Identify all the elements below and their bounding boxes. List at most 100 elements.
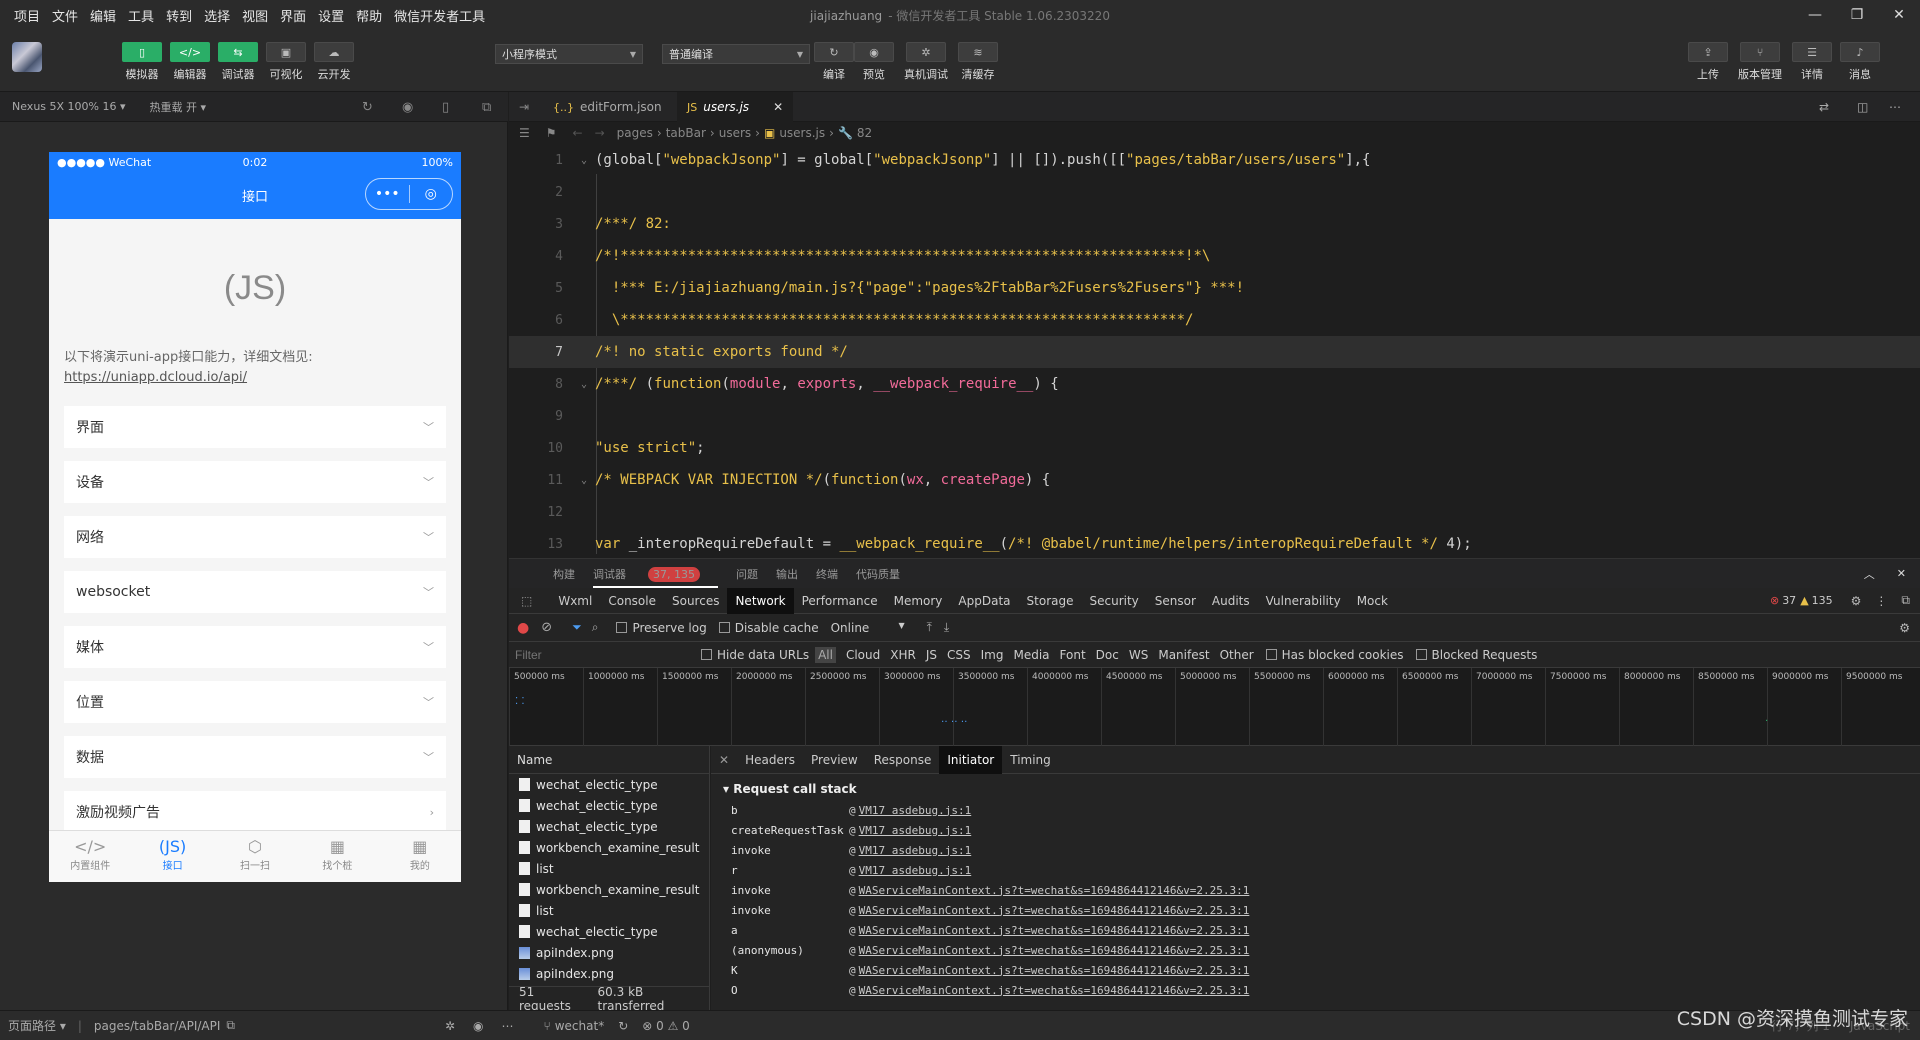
menu-devtool[interactable]: 微信开发者工具 bbox=[388, 6, 491, 25]
close-tab-icon[interactable]: ✕ bbox=[773, 100, 783, 114]
stack-source-link[interactable]: WAServiceMainContext.js?t=wechat&s=16948… bbox=[859, 984, 1250, 997]
panel-terminal[interactable]: 终端 bbox=[816, 566, 838, 582]
blocked-requests-checkbox[interactable]: Blocked Requests bbox=[1415, 648, 1537, 662]
git-branch[interactable]: wechat* bbox=[555, 1019, 604, 1033]
problems-count[interactable]: ⊗ 0 ⚠ 0 bbox=[642, 1019, 690, 1033]
request-row[interactable]: list bbox=[509, 900, 709, 921]
panel-output[interactable]: 输出 bbox=[776, 566, 798, 582]
code-editor[interactable]: 1 ⌄ (global["webpackJsonp"] = global["webp… bbox=[509, 144, 1920, 554]
bookmark-icon[interactable]: ⚑ bbox=[546, 126, 557, 140]
close-icon[interactable]: ✕ bbox=[1897, 567, 1906, 580]
tab-initiator[interactable]: Initiator bbox=[939, 745, 1003, 774]
request-row[interactable]: workbench_examine_result bbox=[509, 879, 709, 900]
mode-select[interactable]: 小程序模式 ▼ bbox=[495, 44, 643, 64]
avatar[interactable] bbox=[12, 42, 42, 72]
stack-source-link[interactable]: WAServiceMainContext.js?t=wechat&s=16948… bbox=[859, 924, 1250, 937]
editor-button[interactable]: </> 编辑器 bbox=[168, 42, 212, 82]
more-icon[interactable]: ••• bbox=[366, 186, 409, 202]
request-row[interactable]: wechat_electic_type bbox=[509, 921, 709, 942]
tab-security[interactable]: Security bbox=[1081, 588, 1146, 614]
breadcrumb-item[interactable]: users.js bbox=[779, 126, 825, 140]
tab-api[interactable]: (JS) 接口 bbox=[131, 831, 213, 882]
device-select[interactable]: Nexus 5X 100% 16 ▾ bbox=[12, 100, 126, 113]
filter-input[interactable] bbox=[515, 644, 685, 665]
tab-audits[interactable]: Audits bbox=[1204, 588, 1258, 614]
network-timeline[interactable]: 500000 ms 1000000 ms 1500000 ms 2000000 … bbox=[509, 668, 1920, 746]
menu-help[interactable]: 帮助 bbox=[350, 6, 388, 25]
menu-edit[interactable]: 编辑 bbox=[84, 6, 122, 25]
tab-sensor[interactable]: Sensor bbox=[1147, 588, 1204, 614]
clear-cache-button[interactable]: ≋ 清缓存 bbox=[956, 42, 1000, 82]
debugger-button[interactable]: ⇆ 调试器 bbox=[216, 42, 260, 82]
panel-debugger[interactable]: 调试器 37, 135 bbox=[593, 566, 718, 588]
import-icon[interactable]: ⤒ bbox=[927, 620, 932, 635]
type-cloud[interactable]: Cloud bbox=[846, 648, 880, 662]
forward-icon[interactable]: → bbox=[595, 126, 605, 140]
breadcrumb-item[interactable]: users bbox=[719, 126, 751, 140]
record-icon[interactable]: ● bbox=[517, 620, 529, 636]
tab-preview[interactable]: Preview bbox=[803, 746, 866, 774]
more-icon[interactable]: ⋯ bbox=[502, 1019, 514, 1033]
menu-project[interactable]: 项目 bbox=[8, 6, 46, 25]
list-item[interactable]: 网络 ﹀ bbox=[64, 516, 446, 558]
version-button[interactable]: ⑂ 版本管理 bbox=[1738, 42, 1782, 82]
docs-link[interactable]: https://uniapp.dcloud.io/api/ bbox=[64, 368, 446, 388]
minimize-icon[interactable]: — bbox=[1794, 0, 1836, 30]
tab-find-pile[interactable]: ▦ 找个桩 bbox=[296, 831, 378, 882]
type-all[interactable]: All bbox=[815, 646, 836, 663]
list-item[interactable]: 位置 ﹀ bbox=[64, 681, 446, 723]
close-icon[interactable]: ✕ bbox=[1878, 0, 1920, 30]
breadcrumb-item[interactable]: tabBar bbox=[666, 126, 706, 140]
list-item[interactable]: 数据 ﹀ bbox=[64, 736, 446, 778]
type-img[interactable]: Img bbox=[981, 648, 1004, 662]
tab-mine[interactable]: ▦ 我的 bbox=[379, 831, 461, 882]
warning-count[interactable]: 135 bbox=[1812, 594, 1833, 607]
request-row[interactable]: wechat_electic_type bbox=[509, 774, 709, 795]
hide-data-urls-checkbox[interactable]: Hide data URLs bbox=[701, 648, 809, 662]
tab-memory[interactable]: Memory bbox=[886, 588, 951, 614]
stack-source-link[interactable]: WAServiceMainContext.js?t=wechat&s=16948… bbox=[859, 904, 1250, 917]
filter-icon[interactable]: ⏷ bbox=[572, 620, 582, 635]
bug-icon[interactable]: ✲ bbox=[445, 1019, 455, 1033]
compile-select[interactable]: 普通编译 ▼ bbox=[662, 44, 810, 64]
name-column-header[interactable]: Name bbox=[509, 746, 709, 774]
tab-users-js[interactable]: JS users.js ✕ bbox=[677, 92, 794, 122]
device-icon[interactable]: ▯ bbox=[442, 100, 449, 115]
type-xhr[interactable]: XHR bbox=[890, 648, 916, 662]
preview-button[interactable]: ◉ 预览 bbox=[852, 42, 896, 82]
type-media[interactable]: Media bbox=[1013, 648, 1049, 662]
type-doc[interactable]: Doc bbox=[1096, 648, 1119, 662]
request-row[interactable]: wechat_electic_type bbox=[509, 795, 709, 816]
chevron-up-icon[interactable]: ︿ bbox=[1864, 566, 1875, 582]
tab-timing[interactable]: Timing bbox=[1002, 746, 1059, 774]
export-icon[interactable]: ⤓ bbox=[944, 620, 949, 635]
menu-tools[interactable]: 工具 bbox=[122, 6, 160, 25]
panel-quality[interactable]: 代码质量 bbox=[856, 566, 900, 582]
popout-icon[interactable]: ⧉ bbox=[482, 100, 491, 115]
list-item[interactable]: 设备 ﹀ bbox=[64, 461, 446, 503]
search-icon[interactable]: ⌕ bbox=[592, 620, 599, 635]
tab-mock[interactable]: Mock bbox=[1349, 588, 1396, 614]
hot-reload-toggle[interactable]: 热重载 开 ▾ bbox=[150, 99, 207, 115]
close-icon[interactable]: ✕ bbox=[711, 746, 737, 774]
stack-source-link[interactable]: VM17 asdebug.js:1 bbox=[859, 824, 972, 837]
request-row[interactable]: wechat_electic_type bbox=[509, 816, 709, 837]
tab-network[interactable]: Network bbox=[727, 587, 794, 614]
menu-view[interactable]: 视图 bbox=[236, 6, 274, 25]
back-icon[interactable]: ← bbox=[573, 126, 583, 140]
gear-icon[interactable]: ⚙ bbox=[1851, 594, 1862, 608]
tab-sources[interactable]: Sources bbox=[664, 588, 727, 614]
remote-debug-button[interactable]: ✲ 真机调试 bbox=[904, 42, 948, 82]
upload-button[interactable]: ⇪ 上传 bbox=[1686, 42, 1730, 82]
tab-console[interactable]: Console bbox=[600, 588, 664, 614]
menu-goto[interactable]: 转到 bbox=[160, 6, 198, 25]
stack-source-link[interactable]: VM17 asdebug.js:1 bbox=[859, 864, 972, 877]
clear-icon[interactable]: ⊘ bbox=[541, 620, 552, 635]
type-css[interactable]: CSS bbox=[947, 648, 971, 662]
panel-issues[interactable]: 问题 bbox=[736, 566, 758, 582]
tab-storage[interactable]: Storage bbox=[1019, 588, 1082, 614]
tab-vulnerability[interactable]: Vulnerability bbox=[1258, 588, 1349, 614]
eye-icon[interactable]: ◉ bbox=[473, 1019, 483, 1033]
stack-source-link[interactable]: WAServiceMainContext.js?t=wechat&s=16948… bbox=[859, 944, 1250, 957]
record-icon[interactable]: ◉ bbox=[402, 100, 413, 115]
